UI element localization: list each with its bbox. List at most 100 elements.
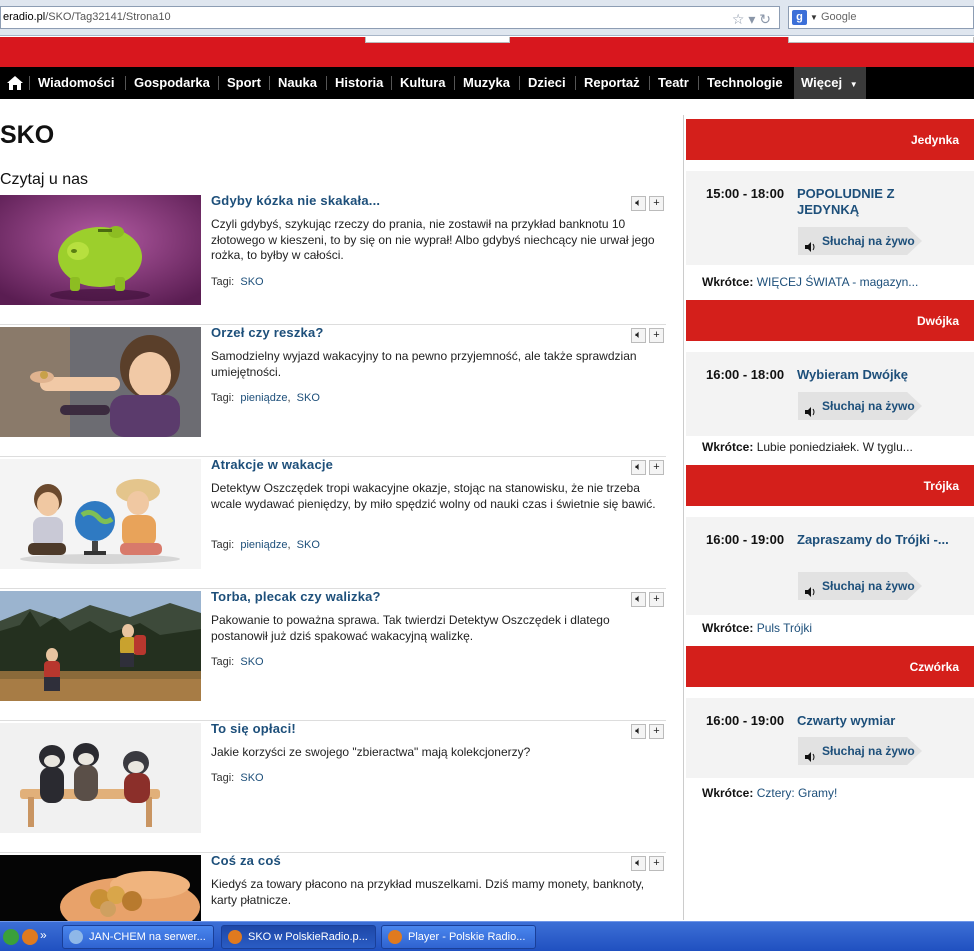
taskbar-button[interactable]: JAN-CHEM na serwer...: [62, 925, 214, 949]
nav-item-teatr[interactable]: Teatr: [658, 67, 689, 99]
listen-live-label: Słuchaj na żywo: [822, 234, 915, 248]
speaker-icon: [804, 400, 816, 420]
tags-label: Tagi:: [211, 539, 235, 551]
speaker-icon[interactable]: 🔈︎: [631, 724, 646, 739]
nav-item-wiadomosci[interactable]: Wiadomości: [38, 67, 114, 99]
taskbar-button-active[interactable]: SKO w PolskieRadio.p...: [221, 925, 376, 949]
google-icon[interactable]: g: [792, 10, 807, 25]
plus-icon[interactable]: +: [649, 196, 664, 211]
main-navigation: Wiadomości Gospodarka Sport Nauka Histor…: [0, 67, 974, 99]
station-header-jedynka[interactable]: Jedynka: [686, 119, 974, 160]
nav-item-muzyka[interactable]: Muzyka: [463, 67, 510, 99]
program-name[interactable]: Wybieram Dwójkę: [797, 367, 957, 383]
nav-item-sport[interactable]: Sport: [227, 67, 261, 99]
nav-item-technologie[interactable]: Technologie: [707, 67, 783, 99]
double-chevron-icon[interactable]: »: [40, 928, 47, 942]
nav-item-historia[interactable]: Historia: [335, 67, 383, 99]
article-description: Kiedyś za towary płacono na przykład mus…: [211, 877, 645, 907]
article-tools: 🔈︎ +: [628, 853, 664, 871]
program-name[interactable]: Czwarty wymiar: [797, 713, 957, 729]
upcoming-program: Wkrótce: WIĘCEJ ŚWIATA - magazyn...: [702, 275, 918, 289]
article-title[interactable]: Coś za coś: [211, 853, 281, 868]
plus-icon[interactable]: +: [649, 856, 664, 871]
tag-link[interactable]: SKO: [240, 656, 263, 668]
plus-icon[interactable]: +: [649, 724, 664, 739]
article-thumbnail[interactable]: [0, 855, 201, 921]
soon-text[interactable]: Lubie poniedziałek. W tyglu...: [757, 440, 913, 454]
article-description: Jakie korzyści ze swojego "zbieractwa" m…: [211, 745, 531, 759]
article-title[interactable]: To się opłaci!: [211, 721, 296, 736]
tag-link[interactable]: SKO: [297, 539, 320, 551]
soon-label: Wkrótce:: [702, 621, 754, 635]
speaker-icon[interactable]: 🔈︎: [631, 460, 646, 475]
article-title[interactable]: Atrakcje w wakacje: [211, 457, 333, 472]
quicklaunch-icon[interactable]: [3, 929, 19, 945]
article-thumbnail[interactable]: [0, 591, 201, 701]
program-name[interactable]: Zapraszamy do Trójki -...: [797, 532, 957, 548]
article-thumbnail[interactable]: [0, 327, 201, 437]
caret-down-icon: ▼: [849, 80, 858, 89]
article-tools: 🔈︎ +: [628, 721, 664, 739]
program-box: 16:00 - 19:00 Czwarty wymiar Słuchaj na …: [686, 698, 974, 778]
header-search-stub[interactable]: [788, 37, 974, 43]
article-title[interactable]: Orzeł czy reszka?: [211, 325, 324, 340]
tag-link[interactable]: SKO: [297, 392, 320, 404]
station-header-trojka[interactable]: Trójka: [686, 465, 974, 506]
plus-icon[interactable]: +: [649, 460, 664, 475]
nav-divider: [125, 76, 126, 90]
tag-link[interactable]: pieniądze: [240, 539, 287, 551]
nav-item-kultura[interactable]: Kultura: [400, 67, 446, 99]
tags-label: Tagi:: [211, 392, 235, 404]
tag-link[interactable]: SKO: [240, 772, 263, 784]
chevron-down-icon[interactable]: ▼: [810, 7, 818, 28]
address-bar[interactable]: eradio.pl/SKO/Tag32141/Strona10 ☆ ▾ ↻: [0, 6, 780, 29]
soon-link[interactable]: Cztery: Gramy!: [757, 786, 838, 800]
article-thumbnail[interactable]: [0, 195, 201, 305]
home-icon[interactable]: [6, 75, 24, 91]
listen-live-button[interactable]: Słuchaj na żywo: [798, 572, 922, 600]
listen-live-button[interactable]: Słuchaj na żywo: [798, 227, 922, 255]
listen-live-label: Słuchaj na żywo: [822, 399, 915, 413]
nav-divider: [269, 76, 270, 90]
listen-live-button[interactable]: Słuchaj na żywo: [798, 737, 922, 765]
nav-item-dzieci[interactable]: Dzieci: [528, 67, 566, 99]
article-thumbnail[interactable]: [0, 459, 201, 569]
soon-label: Wkrótce:: [702, 786, 754, 800]
article-item: Orzeł czy reszka? 🔈︎ + Samodzielny wyjazd…: [0, 325, 666, 457]
speaker-icon[interactable]: 🔈︎: [631, 328, 646, 343]
upcoming-program: Wkrótce: Lubie poniedziałek. W tyglu...: [702, 440, 913, 454]
speaker-icon: [804, 745, 816, 765]
soon-link[interactable]: Puls Trójki: [757, 621, 812, 635]
nav-item-reportaz[interactable]: Reportaż: [584, 67, 640, 99]
station-header-czworka[interactable]: Czwórka: [686, 646, 974, 687]
article-title[interactable]: Gdyby kózka nie skakała...: [211, 193, 380, 208]
article-title[interactable]: Torba, plecak czy walizka?: [211, 589, 381, 604]
soon-label: Wkrótce:: [702, 440, 754, 454]
search-input[interactable]: g ▼ Google: [788, 6, 974, 29]
station-header-dwojka[interactable]: Dwójka: [686, 300, 974, 341]
plus-icon[interactable]: +: [649, 328, 664, 343]
speaker-icon[interactable]: 🔈︎: [631, 856, 646, 871]
program-name[interactable]: POPOLUDNIE Z JEDYNKĄ: [797, 186, 957, 218]
site-header-band: [0, 37, 974, 67]
nav-item-nauka[interactable]: Nauka: [278, 67, 317, 99]
speaker-icon[interactable]: 🔈︎: [631, 196, 646, 211]
firefox-icon[interactable]: [22, 929, 38, 945]
speaker-icon[interactable]: 🔈︎: [631, 592, 646, 607]
tag-link[interactable]: SKO: [240, 276, 263, 288]
taskbar-button[interactable]: Player - Polskie Radio...: [381, 925, 536, 949]
listen-live-button[interactable]: Słuchaj na żywo: [798, 392, 922, 420]
bookmark-star-icon[interactable]: ☆ ▾ ↻: [732, 9, 771, 30]
article-thumbnail[interactable]: [0, 723, 201, 833]
plus-icon[interactable]: +: [649, 592, 664, 607]
nav-divider: [519, 76, 520, 90]
program-time: 16:00 - 19:00: [706, 532, 785, 547]
program-time: 15:00 - 18:00: [706, 186, 785, 201]
nav-more-dropdown[interactable]: Więcej ▼: [794, 67, 866, 99]
nav-more-label: Więcej: [801, 75, 843, 90]
nav-item-gospodarka[interactable]: Gospodarka: [134, 67, 210, 99]
tag-link[interactable]: pieniądze: [240, 392, 287, 404]
soon-link[interactable]: WIĘCEJ ŚWIATA - magazyn...: [757, 275, 919, 289]
article-tags: Tagi: SKO: [211, 276, 264, 288]
header-input-stub[interactable]: [365, 37, 510, 43]
